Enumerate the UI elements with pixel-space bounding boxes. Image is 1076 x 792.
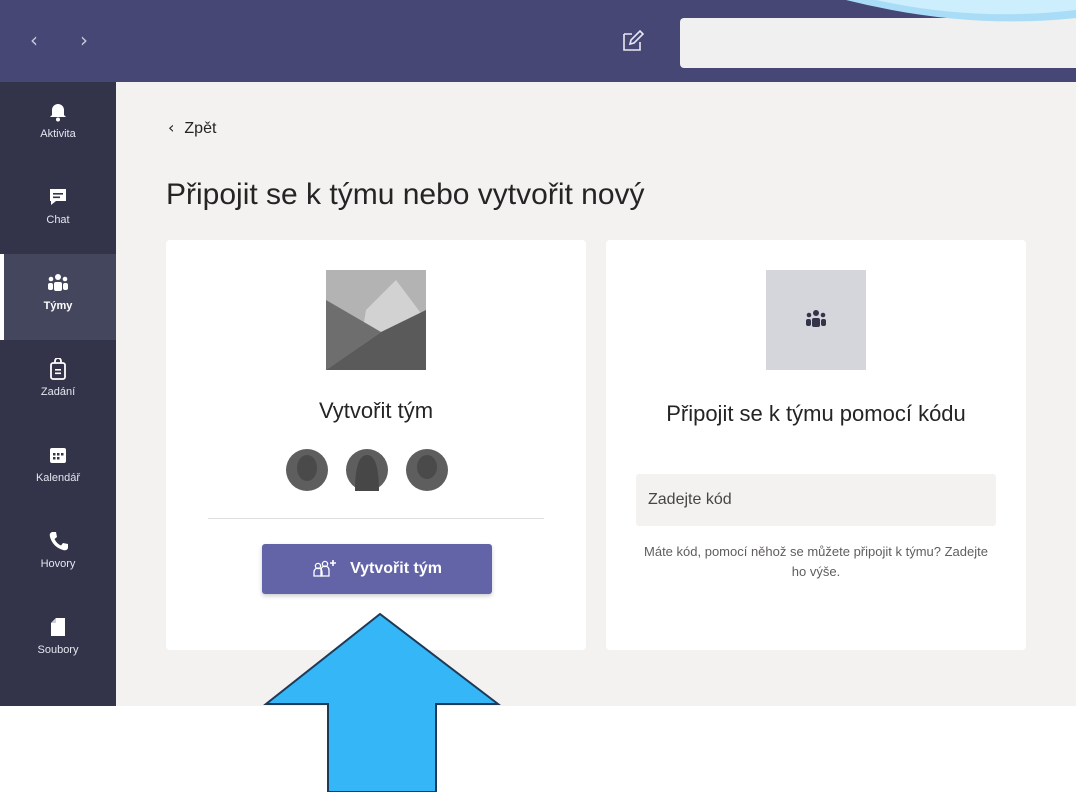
avatar	[286, 449, 328, 491]
add-team-icon	[313, 560, 337, 577]
join-hint-text: Máte kód, pomocí něhož se můžete připoji…	[644, 544, 988, 579]
join-team-heading: Připojit se k týmu pomocí kódu	[666, 401, 966, 426]
compose-icon[interactable]	[620, 28, 646, 54]
avatar-group	[286, 449, 466, 491]
rail-item-calls[interactable]: Hovory	[0, 512, 116, 598]
rail-label-files: Soubory	[37, 644, 79, 656]
forward-nav-icon[interactable]: ›	[80, 30, 88, 50]
app-window: ‹ › Aktivita Chat Týmy Zadání Kalendář H…	[0, 0, 1076, 792]
main-content: ‹ Zpět Připojit se k týmu nebo vytvořit n…	[116, 82, 1076, 706]
rail-label-activity: Aktivita	[40, 128, 76, 140]
rail-label-assignments: Zadání	[40, 386, 76, 398]
chevron-left-icon: ‹	[168, 118, 175, 137]
back-nav-icon[interactable]: ‹	[30, 30, 38, 50]
up-arrow-annotation	[263, 612, 501, 792]
create-team-heading: Vytvořit tým	[318, 398, 434, 423]
rail-label-calendar: Kalendář	[35, 472, 81, 484]
app-rail: Aktivita Chat Týmy Zadání Kalendář Hovor…	[0, 82, 116, 706]
rail-item-assignments[interactable]: Zadání	[0, 340, 116, 426]
join-team-card: Připojit se k týmu pomocí kódu Máte kód,…	[606, 240, 1026, 650]
assignments-icon	[50, 358, 66, 380]
rail-item-activity[interactable]: Aktivita	[0, 82, 116, 168]
avatar	[346, 449, 388, 491]
team-placeholder-image	[326, 270, 426, 370]
rail-label-calls: Hovory	[40, 558, 76, 570]
divider	[208, 518, 544, 519]
rail-item-teams[interactable]: Týmy	[0, 254, 116, 340]
chat-icon	[50, 189, 66, 205]
rail-label-teams: Týmy	[43, 300, 73, 312]
join-team-image	[766, 270, 866, 370]
rail-item-calendar[interactable]: Kalendář	[0, 426, 116, 512]
create-team-card: Vytvořit tým Vytvořit tým	[166, 240, 586, 650]
rail-item-files[interactable]: Soubory	[0, 598, 116, 684]
create-team-button-label: Vytvořit tým	[350, 560, 442, 577]
rail-item-chat[interactable]: Chat	[0, 168, 116, 254]
rail-label-chat: Chat	[46, 214, 70, 226]
teams-icon	[48, 274, 68, 291]
decorative-swoosh	[846, 0, 1076, 22]
back-link-label: Zpět	[184, 120, 217, 137]
page-title: Připojit se k týmu nebo vytvořit nový	[166, 178, 645, 211]
avatar	[406, 449, 448, 491]
calendar-icon	[50, 448, 66, 463]
back-link[interactable]: ‹ Zpět	[168, 118, 216, 138]
phone-icon	[49, 532, 68, 551]
bell-icon	[50, 104, 66, 122]
create-team-button[interactable]: Vytvořit tým	[262, 544, 492, 594]
teams-icon	[806, 310, 826, 327]
file-icon	[51, 618, 65, 636]
team-code-input[interactable]	[636, 474, 996, 526]
